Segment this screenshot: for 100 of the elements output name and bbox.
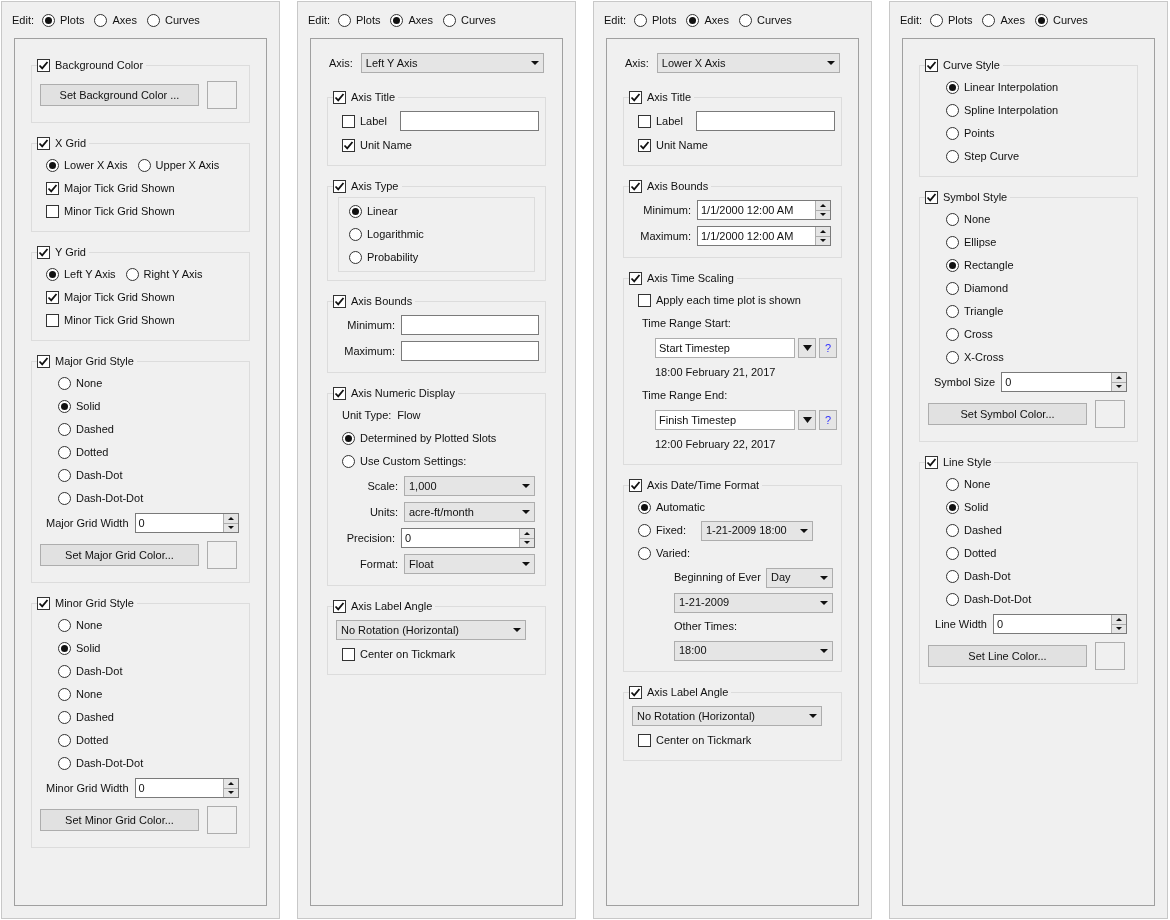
radio-button[interactable] bbox=[634, 13, 647, 27]
radio-button[interactable] bbox=[58, 665, 71, 678]
radio-button[interactable] bbox=[58, 377, 71, 390]
spin-box[interactable]: 0 bbox=[134, 513, 239, 533]
radio-button[interactable] bbox=[58, 642, 71, 655]
dropdown[interactable]: Day bbox=[766, 567, 833, 588]
checkbox[interactable] bbox=[638, 114, 651, 128]
checkbox[interactable] bbox=[37, 354, 50, 368]
radio-button[interactable] bbox=[58, 734, 71, 747]
radio-button[interactable] bbox=[946, 236, 959, 249]
radio-button[interactable] bbox=[58, 469, 71, 482]
radio-button[interactable] bbox=[94, 13, 108, 27]
dropdown[interactable]: No Rotation (Horizontal) bbox=[632, 706, 822, 726]
dropdown[interactable]: Float bbox=[404, 554, 535, 574]
set-color-button[interactable]: Set Symbol Color... bbox=[928, 403, 1087, 425]
checkbox[interactable] bbox=[333, 294, 346, 308]
radio-button[interactable] bbox=[946, 305, 959, 318]
radio-button[interactable] bbox=[46, 159, 59, 172]
checkbox[interactable] bbox=[342, 114, 355, 128]
checkbox[interactable] bbox=[629, 179, 642, 193]
input-field[interactable] bbox=[401, 315, 539, 335]
set-color-button[interactable]: Set Line Color... bbox=[928, 645, 1087, 667]
radio-button[interactable] bbox=[349, 205, 362, 218]
radio-button[interactable] bbox=[946, 547, 959, 560]
radio-button[interactable] bbox=[946, 81, 959, 94]
help-button[interactable]: ? bbox=[819, 338, 837, 358]
timestep-field[interactable]: Finish Timestep bbox=[655, 410, 795, 430]
color-swatch[interactable] bbox=[207, 806, 237, 834]
dropdown[interactable]: Lower X Axis bbox=[656, 53, 840, 73]
radio-button[interactable] bbox=[390, 13, 404, 27]
radio-button[interactable] bbox=[349, 228, 362, 241]
radio-button[interactable] bbox=[638, 524, 651, 537]
radio-button[interactable] bbox=[58, 711, 71, 724]
dropdown[interactable]: 18:00 bbox=[674, 640, 833, 661]
radio-button[interactable] bbox=[946, 351, 959, 364]
spin-box[interactable]: 1/1/2000 12:00 AM bbox=[697, 200, 831, 220]
radio-button[interactable] bbox=[146, 13, 160, 27]
checkbox[interactable] bbox=[629, 90, 642, 104]
checkbox[interactable] bbox=[629, 478, 642, 492]
dropdown[interactable]: 1-21-2009 18:00 bbox=[700, 520, 813, 541]
checkbox[interactable] bbox=[333, 386, 346, 400]
checkbox[interactable] bbox=[629, 271, 642, 285]
spin-box[interactable]: 0 bbox=[401, 528, 535, 548]
radio-button[interactable] bbox=[137, 159, 151, 172]
radio-button[interactable] bbox=[46, 268, 59, 281]
checkbox[interactable] bbox=[46, 182, 59, 195]
radio-button[interactable] bbox=[442, 13, 456, 27]
checkbox[interactable] bbox=[638, 294, 651, 307]
radio-button[interactable] bbox=[946, 104, 959, 117]
radio-button[interactable] bbox=[946, 127, 959, 140]
radio-button[interactable] bbox=[58, 492, 71, 505]
checkbox[interactable] bbox=[333, 179, 346, 193]
radio-button[interactable] bbox=[58, 446, 71, 459]
dropdown[interactable]: 1-21-2009 bbox=[674, 592, 833, 613]
checkbox[interactable] bbox=[46, 205, 59, 218]
radio-button[interactable] bbox=[946, 570, 959, 583]
radio-button[interactable] bbox=[58, 400, 71, 413]
set-color-button[interactable]: Set Background Color ... bbox=[40, 84, 199, 106]
input-field[interactable] bbox=[401, 341, 539, 361]
radio-button[interactable] bbox=[982, 13, 996, 27]
checkbox[interactable] bbox=[46, 314, 59, 327]
color-swatch[interactable] bbox=[207, 541, 237, 569]
timestep-field[interactable]: Start Timestep bbox=[655, 338, 795, 358]
set-color-button[interactable]: Set Minor Grid Color... bbox=[40, 809, 199, 831]
checkbox[interactable] bbox=[638, 139, 651, 152]
spin-box[interactable]: 1/1/2000 12:00 AM bbox=[697, 226, 831, 246]
radio-button[interactable] bbox=[342, 432, 355, 445]
spin-box[interactable]: 0 bbox=[134, 778, 239, 798]
radio-button[interactable] bbox=[946, 478, 959, 491]
dropdown[interactable]: No Rotation (Horizontal) bbox=[336, 620, 526, 640]
checkbox[interactable] bbox=[46, 291, 59, 304]
input-field[interactable] bbox=[696, 111, 835, 131]
radio-button[interactable] bbox=[349, 251, 362, 264]
radio-button[interactable] bbox=[638, 547, 651, 560]
color-swatch[interactable] bbox=[207, 81, 237, 109]
dropdown-button[interactable] bbox=[798, 410, 816, 430]
radio-button[interactable] bbox=[1034, 13, 1048, 27]
input-field[interactable] bbox=[400, 111, 539, 131]
checkbox[interactable] bbox=[333, 90, 346, 104]
checkbox[interactable] bbox=[37, 596, 50, 610]
radio-button[interactable] bbox=[946, 150, 959, 163]
color-swatch[interactable] bbox=[1095, 400, 1125, 428]
radio-button[interactable] bbox=[338, 13, 351, 27]
dropdown[interactable]: 1,000 bbox=[404, 476, 535, 496]
dropdown[interactable]: Left Y Axis bbox=[360, 53, 544, 73]
dropdown-button[interactable] bbox=[798, 338, 816, 358]
checkbox[interactable] bbox=[638, 734, 651, 747]
help-button[interactable]: ? bbox=[819, 410, 837, 430]
radio-button[interactable] bbox=[125, 268, 139, 281]
radio-button[interactable] bbox=[946, 213, 959, 226]
checkbox[interactable] bbox=[37, 136, 50, 150]
color-swatch[interactable] bbox=[1095, 642, 1125, 670]
radio-button[interactable] bbox=[946, 328, 959, 341]
set-color-button[interactable]: Set Major Grid Color... bbox=[40, 544, 199, 566]
checkbox[interactable] bbox=[342, 139, 355, 152]
checkbox[interactable] bbox=[37, 58, 50, 72]
dropdown[interactable]: acre-ft/month bbox=[404, 502, 535, 522]
checkbox[interactable] bbox=[629, 685, 642, 699]
checkbox[interactable] bbox=[333, 599, 346, 613]
radio-button[interactable] bbox=[58, 757, 71, 770]
